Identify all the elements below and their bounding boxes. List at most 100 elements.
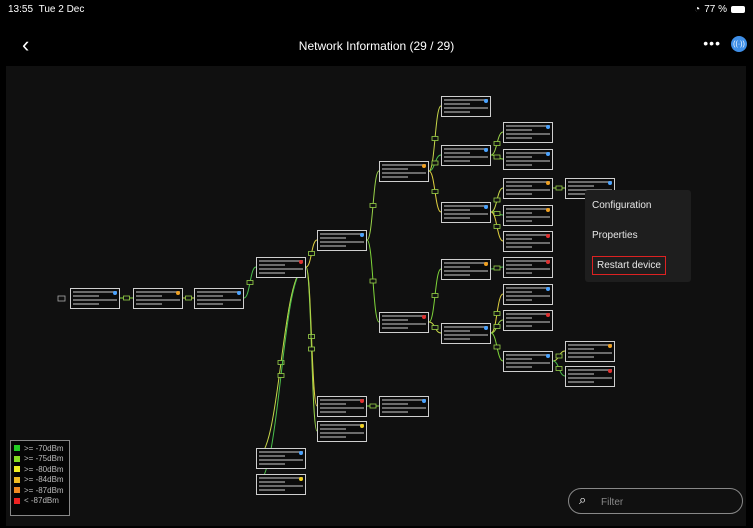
node-text-line: [320, 432, 364, 434]
device-node[interactable]: [441, 202, 491, 223]
device-node[interactable]: [317, 230, 367, 251]
node-text-line: [568, 356, 595, 358]
node-status-dot: [546, 125, 550, 129]
node-text-line: [444, 334, 488, 336]
device-node[interactable]: [565, 366, 615, 387]
legend-swatch: [14, 445, 20, 452]
legend-swatch: [14, 487, 20, 494]
node-text-line: [506, 313, 550, 315]
link-quality-marker: [369, 403, 377, 409]
search-icon: ⌕: [579, 492, 587, 507]
menu-item-restart-device[interactable]: Restart device: [592, 256, 666, 275]
node-text-line: [320, 245, 347, 247]
node-text-line: [259, 455, 286, 457]
link-quality-marker: [431, 136, 439, 141]
device-node[interactable]: [379, 312, 429, 333]
node-text-line: [444, 103, 471, 105]
link-quality-marker: [369, 278, 377, 284]
node-text-line: [506, 264, 533, 266]
ellipsis-icon[interactable]: •••: [703, 35, 721, 51]
node-text-line: [382, 319, 409, 321]
link-quality-marker: [277, 373, 285, 378]
page-title: Network Information (29 / 29): [298, 39, 455, 53]
device-node[interactable]: [133, 288, 183, 309]
node-text-line: [73, 299, 117, 301]
device-node[interactable]: [379, 161, 429, 182]
node-status-dot: [484, 262, 488, 266]
device-node[interactable]: [441, 145, 491, 166]
link-quality-marker: [493, 324, 501, 329]
node-text-line: [382, 403, 409, 405]
device-node[interactable]: [503, 178, 553, 199]
node-status-dot: [422, 399, 426, 403]
link-quality-marker: [493, 224, 501, 229]
device-node[interactable]: [503, 149, 553, 170]
link-quality-marker: [493, 311, 501, 316]
filter-field[interactable]: ⌕: [568, 488, 743, 514]
link-quality-marker: [493, 141, 501, 146]
node-status-dot: [484, 99, 488, 103]
navigation-bar: ‹ Network Information (29 / 29) ••• ((·)…: [0, 22, 753, 66]
node-text-line: [568, 369, 612, 371]
node-text-line: [444, 274, 471, 276]
device-node[interactable]: [503, 231, 553, 252]
device-node[interactable]: [503, 205, 553, 226]
link-quality-marker: [493, 344, 501, 350]
device-node[interactable]: [503, 122, 553, 143]
link-quality-marker: [431, 160, 439, 166]
node-text-line: [568, 377, 612, 379]
node-text-line: [506, 193, 533, 195]
device-node[interactable]: [379, 396, 429, 417]
node-status-dot: [608, 344, 612, 348]
menu-item-configuration[interactable]: Configuration: [592, 200, 651, 211]
node-status-dot: [360, 233, 364, 237]
device-node[interactable]: [503, 284, 553, 305]
node-text-line: [444, 205, 488, 207]
device-node[interactable]: [256, 257, 306, 278]
device-node[interactable]: [503, 310, 553, 331]
device-node[interactable]: [441, 323, 491, 344]
legend-item: >= -87dBm: [11, 485, 69, 496]
filter-input[interactable]: [599, 493, 733, 511]
device-node[interactable]: [565, 341, 615, 362]
node-text-line: [259, 489, 286, 491]
node-text-line: [259, 268, 303, 270]
device-node[interactable]: [317, 396, 367, 417]
device-node[interactable]: [441, 96, 491, 117]
device-node[interactable]: [256, 474, 306, 495]
node-text-line: [444, 330, 471, 332]
link-quality-marker: [493, 154, 501, 160]
legend-item: < -87dBm: [11, 496, 69, 507]
link-quality-marker: [431, 325, 439, 330]
device-node[interactable]: [194, 288, 244, 309]
node-text-line: [444, 209, 471, 211]
node-text-line: [506, 291, 533, 293]
node-text-line: [506, 317, 533, 319]
node-text-line: [444, 326, 488, 328]
node-text-line: [382, 327, 409, 329]
node-text-line: [568, 181, 612, 183]
device-node[interactable]: [70, 288, 120, 309]
node-text-line: [197, 303, 224, 305]
node-status-dot: [299, 477, 303, 481]
node-text-line: [444, 107, 488, 109]
device-node[interactable]: [503, 257, 553, 278]
legend-item: >= -80dBm: [11, 464, 69, 475]
device-node[interactable]: [503, 351, 553, 372]
network-topology-canvas[interactable]: [6, 66, 746, 526]
link-quality-marker: [308, 251, 315, 256]
node-text-line: [259, 477, 303, 479]
node-text-line: [506, 164, 533, 166]
node-text-line: [259, 481, 286, 483]
device-node[interactable]: [441, 259, 491, 280]
device-node[interactable]: [317, 421, 367, 442]
node-text-line: [382, 172, 426, 174]
node-text-line: [73, 303, 100, 305]
node-text-line: [259, 260, 303, 262]
node-text-line: [444, 99, 488, 101]
device-node[interactable]: [256, 448, 306, 469]
menu-item-properties[interactable]: Properties: [592, 230, 638, 241]
node-text-line: [136, 291, 180, 293]
bluetooth-broadcast-icon[interactable]: ((·)): [731, 36, 747, 52]
legend-item: >= -75dBm: [11, 454, 69, 465]
